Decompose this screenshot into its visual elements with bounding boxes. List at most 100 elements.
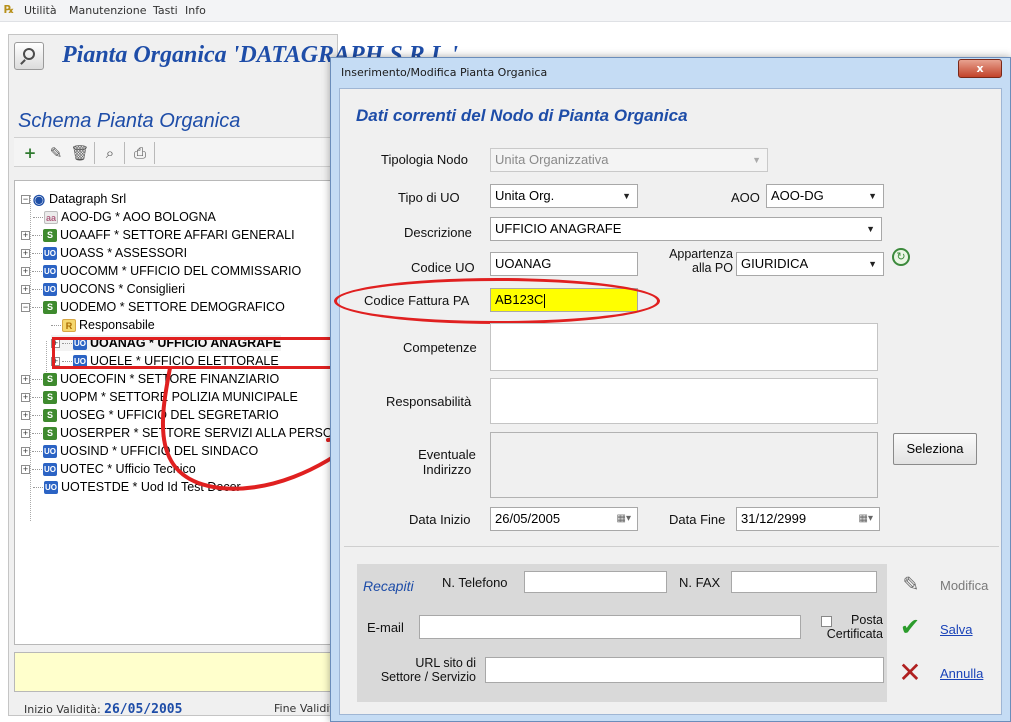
uo-icon: UO bbox=[43, 445, 57, 459]
url-label-line1: URL sito di bbox=[415, 656, 476, 670]
expand-icon[interactable]: + bbox=[21, 267, 30, 277]
fax-input[interactable] bbox=[731, 571, 877, 593]
form-heading: Dati correnti del Nodo di Pianta Organic… bbox=[356, 106, 688, 125]
chevron-down-icon: ▼ bbox=[752, 155, 761, 165]
settore-icon: S bbox=[43, 391, 57, 405]
expand-icon[interactable]: + bbox=[21, 465, 30, 475]
descrizione-label: Descrizione bbox=[404, 225, 472, 240]
print-icon[interactable]: ⎙ bbox=[130, 143, 150, 163]
codice-uo-input[interactable]: UOANAG bbox=[490, 252, 638, 276]
descrizione-value: UFFICIO ANAGRAFE bbox=[495, 221, 622, 236]
tree-item-label: UODEMO * SETTORE DEMOGRAFICO bbox=[60, 300, 285, 314]
menu-manutenzione[interactable]: Manutenzione bbox=[69, 4, 147, 17]
collapse-icon[interactable]: − bbox=[21, 195, 30, 205]
tree-item[interactable]: + UO UOCOMM * UFFICIO DEL COMMISSARIO bbox=[21, 263, 301, 279]
menu-tasti[interactable]: Tasti bbox=[153, 4, 178, 17]
tree-item-label: UOASS * ASSESSORI bbox=[60, 246, 188, 260]
annulla-link[interactable]: Annulla bbox=[940, 666, 983, 681]
data-inizio-label: Data Inizio bbox=[409, 512, 471, 527]
aoo-label: AOO bbox=[731, 190, 760, 205]
edit-pencil-icon[interactable]: ✎ bbox=[46, 143, 66, 163]
settore-icon: S bbox=[43, 373, 57, 387]
collapse-icon[interactable]: − bbox=[21, 303, 30, 313]
refresh-icon[interactable]: ↻ bbox=[892, 248, 910, 266]
uo-icon: UO bbox=[44, 481, 58, 495]
settore-icon: S bbox=[43, 301, 57, 315]
tree-item[interactable]: R Responsabile bbox=[51, 317, 155, 333]
tree-root-label: Datagraph Srl bbox=[49, 192, 127, 206]
fax-label: N. FAX bbox=[679, 575, 721, 590]
chevron-down-icon: ▼ bbox=[866, 224, 875, 234]
dialog-title: Inserimento/Modifica Pianta Organica bbox=[341, 66, 548, 79]
modifica-pencil-icon[interactable]: ✎ bbox=[898, 571, 924, 597]
uo-icon: UO bbox=[43, 283, 57, 297]
appartenenza-select[interactable]: GIURIDICA ▼ bbox=[736, 252, 884, 276]
find-icon[interactable]: ⌕ bbox=[100, 143, 120, 163]
highlight-ellipse bbox=[334, 278, 660, 324]
tree-item[interactable]: + S UOAAFF * SETTORE AFFARI GENERALI bbox=[21, 227, 295, 243]
salva-link[interactable]: Salva bbox=[940, 622, 973, 637]
tree-item-label: Responsabile bbox=[79, 318, 155, 332]
expand-icon[interactable]: + bbox=[21, 375, 30, 385]
search-button[interactable] bbox=[14, 42, 44, 70]
app-menu-icon[interactable]: ℞ bbox=[4, 3, 18, 17]
posta-certificata-label: Posta Certificata bbox=[813, 613, 883, 641]
uo-icon: UO bbox=[43, 247, 57, 261]
appartenenza-label-line1: Appartenza bbox=[669, 247, 733, 261]
expand-icon[interactable]: + bbox=[21, 285, 30, 295]
telefono-input[interactable] bbox=[524, 571, 667, 593]
tipologia-select[interactable]: Unita Organizzativa ▼ bbox=[490, 148, 768, 172]
competenze-textarea[interactable] bbox=[490, 323, 878, 371]
menu-utilita[interactable]: Utilità bbox=[24, 4, 57, 17]
expand-icon[interactable]: + bbox=[21, 393, 30, 403]
posta-label-line2: Certificata bbox=[826, 627, 883, 641]
competenze-label: Competenze bbox=[403, 340, 477, 355]
toolbar-separator bbox=[124, 142, 125, 164]
responsabilita-textarea[interactable] bbox=[490, 378, 878, 424]
tree-item[interactable]: − S UODEMO * SETTORE DEMOGRAFICO bbox=[21, 299, 285, 315]
salva-check-icon[interactable]: ✔ bbox=[897, 614, 923, 640]
expand-icon[interactable]: + bbox=[21, 231, 30, 241]
data-inizio-value: 26/05/2005 bbox=[495, 511, 561, 526]
data-fine-picker[interactable]: 31/12/2999 ▦▾ bbox=[736, 507, 880, 531]
tipo-uo-select[interactable]: Unita Org. ▼ bbox=[490, 184, 638, 208]
seleziona-button[interactable]: Seleziona bbox=[893, 433, 977, 465]
descrizione-select[interactable]: UFFICIO ANAGRAFE ▼ bbox=[490, 217, 882, 241]
tree-root[interactable]: − ◉ Datagraph Srl bbox=[21, 191, 126, 207]
expand-icon[interactable]: + bbox=[21, 429, 30, 439]
appartenenza-value: GIURIDICA bbox=[741, 256, 809, 271]
calendar-icon: ▦▾ bbox=[858, 513, 873, 524]
close-button[interactable]: x bbox=[958, 59, 1002, 78]
expand-icon[interactable]: + bbox=[21, 411, 30, 421]
inizio-validita: Inizio Validità: 26/05/2005 bbox=[24, 702, 182, 717]
url-input[interactable] bbox=[485, 657, 884, 683]
uo-icon: UO bbox=[43, 265, 57, 279]
tipo-uo-value: Unita Org. bbox=[495, 188, 555, 203]
tree-item-label: UOCOMM * UFFICIO DEL COMMISSARIO bbox=[60, 264, 302, 278]
schema-title: Schema Pianta Organica bbox=[18, 110, 241, 132]
codice-uo-label: Codice UO bbox=[411, 260, 475, 275]
add-icon[interactable]: + bbox=[20, 143, 40, 163]
uo-icon: UO bbox=[43, 463, 57, 477]
aoo-select[interactable]: AOO-DG ▼ bbox=[766, 184, 884, 208]
annulla-x-icon[interactable]: ✕ bbox=[897, 659, 923, 687]
appartenenza-label-line2: alla PO bbox=[692, 261, 733, 275]
expand-icon[interactable]: + bbox=[21, 447, 30, 457]
email-input[interactable] bbox=[419, 615, 801, 639]
indirizzo-textarea[interactable] bbox=[490, 432, 878, 498]
settore-icon: S bbox=[43, 229, 57, 243]
tree-item[interactable]: + UO UOASS * ASSESSORI bbox=[21, 245, 187, 261]
delete-trash-icon[interactable]: 🗑 bbox=[70, 143, 90, 163]
tipo-uo-label: Tipo di UO bbox=[398, 190, 460, 205]
toolbar-separator bbox=[94, 142, 95, 164]
tipologia-value: Unita Organizzativa bbox=[495, 152, 609, 167]
data-inizio-picker[interactable]: 26/05/2005 ▦▾ bbox=[490, 507, 638, 531]
tree-item[interactable]: aa AOO-DG * AOO BOLOGNA bbox=[33, 209, 216, 225]
menu-info[interactable]: Info bbox=[185, 4, 206, 17]
section-divider bbox=[344, 546, 999, 547]
inizio-validita-label: Inizio Validità: bbox=[24, 703, 101, 716]
indirizzo-label-line2: Indirizzo bbox=[422, 462, 472, 477]
modifica-link[interactable]: Modifica bbox=[940, 578, 988, 593]
expand-icon[interactable]: + bbox=[21, 249, 30, 259]
tree-item[interactable]: + UO UOCONS * Consiglieri bbox=[21, 281, 185, 297]
